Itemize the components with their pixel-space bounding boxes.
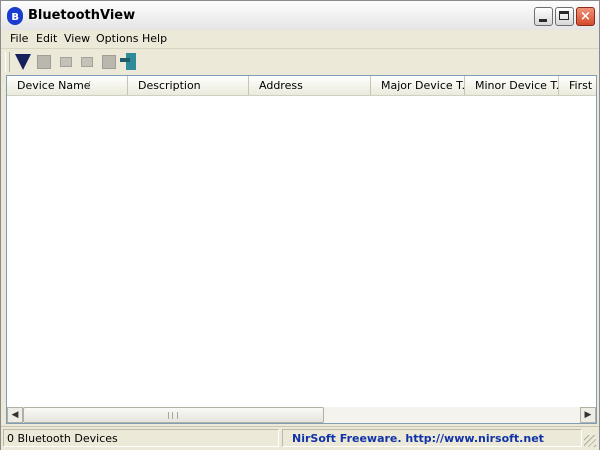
maximize-icon bbox=[559, 11, 569, 20]
scroll-right-button[interactable]: ▶ bbox=[580, 407, 596, 423]
copy-button[interactable] bbox=[56, 52, 76, 72]
exit-arrow-icon bbox=[120, 58, 130, 62]
column-header-device-name[interactable]: Device Name / bbox=[7, 76, 128, 95]
menu-view[interactable]: View bbox=[60, 31, 94, 47]
column-header-minor-device-type[interactable]: Minor Device T... bbox=[465, 76, 559, 95]
column-header-major-device-type[interactable]: Major Device T... bbox=[371, 76, 465, 95]
right-arrow-icon: ▶ bbox=[584, 410, 592, 420]
thumb-grip-icon bbox=[168, 412, 178, 419]
menu-bar: File Edit View Options Help bbox=[1, 30, 599, 48]
save-button[interactable] bbox=[34, 52, 54, 72]
list-header: Device Name / Description Address Major … bbox=[7, 76, 596, 96]
column-header-description[interactable]: Description bbox=[128, 76, 249, 95]
status-credit-panel: NirSoft Freeware. http://www.nirsoft.net bbox=[282, 429, 582, 447]
device-list[interactable]: Device Name / Description Address Major … bbox=[6, 75, 597, 424]
status-device-count: 0 Bluetooth Devices bbox=[3, 429, 279, 447]
title-bar[interactable]: ʙ BluetoothView × bbox=[1, 1, 599, 32]
column-label: Address bbox=[259, 79, 303, 92]
bluetooth-icon: ʙ bbox=[7, 7, 23, 25]
column-label: Device Name bbox=[17, 79, 91, 92]
menu-options[interactable]: Options bbox=[92, 31, 142, 47]
save-icon bbox=[37, 55, 51, 69]
column-label: Major Device T... bbox=[381, 79, 465, 92]
left-arrow-icon: ◀ bbox=[11, 410, 19, 420]
toolbar-grip bbox=[5, 52, 10, 72]
column-header-address[interactable]: Address bbox=[249, 76, 371, 95]
menu-edit[interactable]: Edit bbox=[32, 31, 61, 47]
status-bar: 0 Bluetooth Devices NirSoft Freeware. ht… bbox=[1, 426, 599, 450]
find-icon bbox=[102, 55, 116, 69]
column-label: First D bbox=[569, 79, 596, 92]
maximize-button[interactable] bbox=[555, 7, 574, 26]
resize-grip-icon[interactable] bbox=[584, 435, 596, 447]
column-label: Description bbox=[138, 79, 201, 92]
properties-button[interactable] bbox=[77, 52, 97, 72]
scroll-left-button[interactable]: ◀ bbox=[7, 407, 23, 423]
close-button[interactable]: × bbox=[576, 7, 595, 26]
copy-icon bbox=[60, 57, 72, 67]
menu-file[interactable]: File bbox=[6, 31, 32, 47]
close-icon: × bbox=[580, 9, 591, 24]
minimize-button[interactable] bbox=[534, 7, 553, 26]
sort-indicator-icon: / bbox=[87, 80, 91, 91]
toolbar bbox=[1, 48, 599, 76]
window-title: BluetoothView bbox=[28, 8, 136, 23]
properties-icon bbox=[81, 57, 93, 67]
find-button[interactable] bbox=[99, 52, 119, 72]
column-label: Minor Device T... bbox=[475, 79, 559, 92]
start-stop-button[interactable] bbox=[13, 52, 33, 72]
horizontal-scrollbar[interactable]: ◀ ▶ bbox=[7, 407, 596, 423]
app-window: ʙ BluetoothView × File Edit View Options… bbox=[0, 0, 600, 450]
menu-help[interactable]: Help bbox=[138, 31, 171, 47]
nirsoft-link[interactable]: NirSoft Freeware. http://www.nirsoft.net bbox=[292, 432, 544, 445]
minimize-icon bbox=[539, 19, 547, 22]
start-stop-icon bbox=[15, 54, 31, 70]
column-header-first-date[interactable]: First D bbox=[559, 76, 596, 95]
exit-button[interactable] bbox=[120, 52, 140, 72]
scroll-thumb[interactable] bbox=[23, 407, 324, 423]
